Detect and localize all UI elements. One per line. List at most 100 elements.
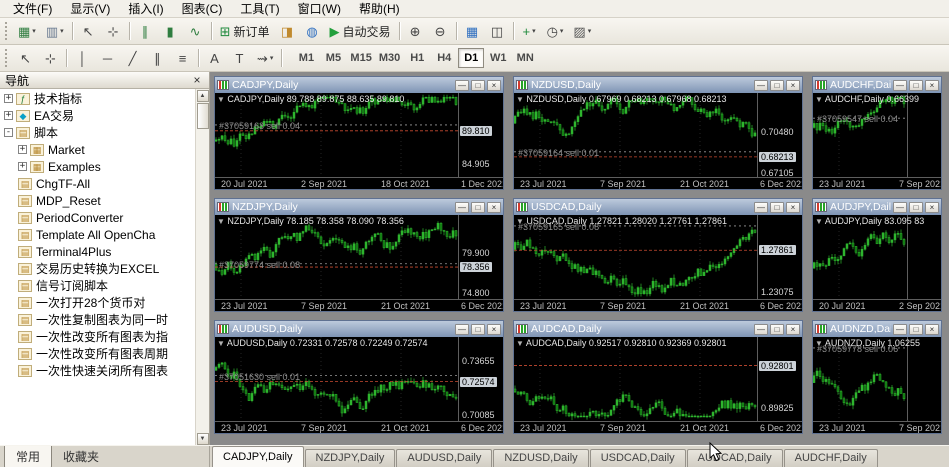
minimize-button[interactable]: —: [455, 323, 469, 335]
tree-item-2[interactable]: - ▤ 脚本: [0, 124, 195, 141]
chart-tab-4[interactable]: USDCAD,Daily: [589, 449, 686, 467]
text-label-button[interactable]: T: [228, 47, 251, 69]
periods-button[interactable]: ◷ ▾: [543, 20, 568, 42]
close-button[interactable]: ×: [786, 79, 800, 91]
restore-button[interactable]: □: [909, 201, 923, 213]
chart-window-titlebar[interactable]: AUDJPY,Daily — □ ×: [813, 199, 941, 215]
minimize-button[interactable]: —: [754, 201, 768, 213]
close-button[interactable]: ×: [487, 79, 501, 91]
restore-button[interactable]: □: [471, 323, 485, 335]
chart-tab-2[interactable]: AUDUSD,Daily: [396, 449, 493, 467]
menu-item-1[interactable]: 显示(V): [61, 0, 119, 18]
timeframe-m1-button[interactable]: M1: [293, 48, 319, 68]
tree-item-7[interactable]: ▤ PeriodConverter: [0, 209, 195, 226]
tree-item-10[interactable]: ▤ 交易历史转换为EXCEL: [0, 260, 195, 277]
restore-button[interactable]: □: [471, 79, 485, 91]
crosshair-tool-button[interactable]: ⊹: [39, 47, 62, 69]
chart-area[interactable]: 89.810 84.905 ▼ CADJPY,Daily 89.788 89.875…: [215, 93, 503, 189]
timeframe-h1-button[interactable]: H1: [404, 48, 430, 68]
arrows-tool-button[interactable]: ⇝ ▾: [253, 47, 277, 69]
chart-tab-5[interactable]: AUDCAD,Daily: [686, 449, 783, 467]
timeframe-h4-button[interactable]: H4: [431, 48, 457, 68]
chart-window-titlebar[interactable]: CADJPY,Daily — □ ×: [215, 77, 503, 93]
tile-windows-button[interactable]: ▦: [461, 20, 484, 42]
chart-area[interactable]: 0.70480 0.68213 0.67105 ▼ NZDUSD,Daily 0.67…: [514, 93, 802, 189]
bar-chart-button[interactable]: ∥: [134, 20, 157, 42]
close-button[interactable]: ×: [925, 201, 939, 213]
new-chart-button[interactable]: ▦ ▾: [14, 20, 40, 42]
menu-item-5[interactable]: 窗口(W): [289, 0, 350, 18]
tree-item-13[interactable]: ▤ 一次性复制图表为同一时: [0, 311, 195, 328]
tree-item-1[interactable]: + ◆ EA交易: [0, 107, 195, 124]
chart-window-titlebar[interactable]: AUDCAD,Daily — □ ×: [514, 321, 802, 337]
chart-window-titlebar[interactable]: AUDUSD,Daily — □ ×: [215, 321, 503, 337]
zoom-in-button[interactable]: ⊕: [404, 20, 427, 42]
scroll-down-icon[interactable]: ▼: [196, 433, 209, 445]
tree-item-3[interactable]: + ▦ Market: [0, 141, 195, 158]
cursor-tool-button[interactable]: ↖: [14, 47, 37, 69]
expand-icon[interactable]: +: [4, 94, 13, 103]
minimize-button[interactable]: —: [754, 79, 768, 91]
timeframe-m15-button[interactable]: M15: [347, 48, 374, 68]
close-button[interactable]: ×: [925, 323, 939, 335]
restore-button[interactable]: □: [770, 79, 784, 91]
chart-area[interactable]: ▼ AUDNZD,Daily 1.06255 #37059778 sell 0.0…: [813, 337, 941, 433]
tree-item-14[interactable]: ▤ 一次性改变所有图表为指: [0, 328, 195, 345]
minimize-button[interactable]: —: [455, 79, 469, 91]
mql-community-button[interactable]: ◍: [301, 20, 324, 42]
menu-item-4[interactable]: 工具(T): [231, 0, 288, 18]
chart-window-titlebar[interactable]: USDCAD,Daily — □ ×: [514, 199, 802, 215]
menu-item-6[interactable]: 帮助(H): [350, 0, 409, 18]
close-button[interactable]: ×: [925, 79, 939, 91]
collapse-icon[interactable]: -: [4, 128, 13, 137]
restore-button[interactable]: □: [909, 323, 923, 335]
timeframe-mn-button[interactable]: MN: [512, 48, 538, 68]
expand-icon[interactable]: +: [18, 145, 27, 154]
tree-item-12[interactable]: ▤ 一次打开28个货币对: [0, 294, 195, 311]
metaeditor-button[interactable]: ◨: [276, 20, 299, 42]
menu-item-3[interactable]: 图表(C): [173, 0, 232, 18]
channel-button[interactable]: ∥: [146, 47, 169, 69]
chart-window-titlebar[interactable]: NZDJPY,Daily — □ ×: [215, 199, 503, 215]
menu-item-2[interactable]: 插入(I): [119, 0, 172, 18]
expand-icon[interactable]: +: [4, 111, 13, 120]
timeframe-d1-button[interactable]: D1: [458, 48, 485, 68]
navigator-tab-0[interactable]: 常用: [4, 446, 53, 467]
restore-button[interactable]: □: [770, 323, 784, 335]
close-button[interactable]: ×: [786, 201, 800, 213]
text-button[interactable]: A: [203, 47, 226, 69]
chart-window-titlebar[interactable]: AUDNZD,Daily—□×: [813, 321, 941, 337]
tree-item-5[interactable]: ▤ ChgTF-All: [0, 175, 195, 192]
navigator-scrollbar[interactable]: ▲ ▼: [195, 89, 209, 445]
zoom-out-button[interactable]: ⊖: [429, 20, 452, 42]
chart-area[interactable]: 79.900 78.356 74.800 ▼ NZDJPY,Daily 78.185 …: [215, 215, 503, 311]
minimize-button[interactable]: —: [893, 323, 907, 335]
navigator-tab-1[interactable]: 收藏夹: [52, 446, 110, 467]
close-icon[interactable]: ×: [190, 73, 204, 87]
cascade-windows-button[interactable]: ◫: [486, 20, 509, 42]
timeframe-m5-button[interactable]: M5: [320, 48, 346, 68]
timeframe-w1-button[interactable]: W1: [485, 48, 511, 68]
vertical-line-button[interactable]: │: [71, 47, 94, 69]
chart-tab-0[interactable]: CADJPY,Daily: [212, 446, 304, 467]
crosshair-button[interactable]: ⊹: [102, 20, 125, 42]
chart-window-titlebar[interactable]: NZDUSD,Daily — □ ×: [514, 77, 802, 93]
scrollbar-thumb[interactable]: [196, 103, 209, 129]
close-button[interactable]: ×: [487, 201, 501, 213]
trendline-button[interactable]: ╱: [121, 47, 144, 69]
tree-item-11[interactable]: ▤ 信号订阅脚本: [0, 277, 195, 294]
minimize-button[interactable]: —: [455, 201, 469, 213]
expand-icon[interactable]: +: [18, 162, 27, 171]
autotrading-button[interactable]: ▶ 自动交易: [326, 20, 395, 42]
chart-area[interactable]: ▼ AUDJPY,Daily 83.095 83 20 Jul 2021 2 Sep…: [813, 215, 941, 311]
new-order-button[interactable]: ⊞ 新订单: [216, 20, 274, 42]
close-button[interactable]: ×: [487, 323, 501, 335]
tree-item-16[interactable]: ▤ 一次性快速关闭所有图表: [0, 362, 195, 379]
candlestick-button[interactable]: ▮: [159, 20, 182, 42]
tree-item-0[interactable]: + ƒ 技术指标: [0, 90, 195, 107]
chart-area[interactable]: ▼ AUDCHF,Daily 0.66399 #37059547 sell 0.0…: [813, 93, 941, 189]
indicators-button[interactable]: + ▾: [518, 20, 541, 42]
chart-area[interactable]: 1.27861 1.23075 ▼ USDCAD,Daily 1.27821 1.2…: [514, 215, 802, 311]
menu-item-0[interactable]: 文件(F): [4, 0, 61, 18]
tree-item-6[interactable]: ▤ MDP_Reset: [0, 192, 195, 209]
